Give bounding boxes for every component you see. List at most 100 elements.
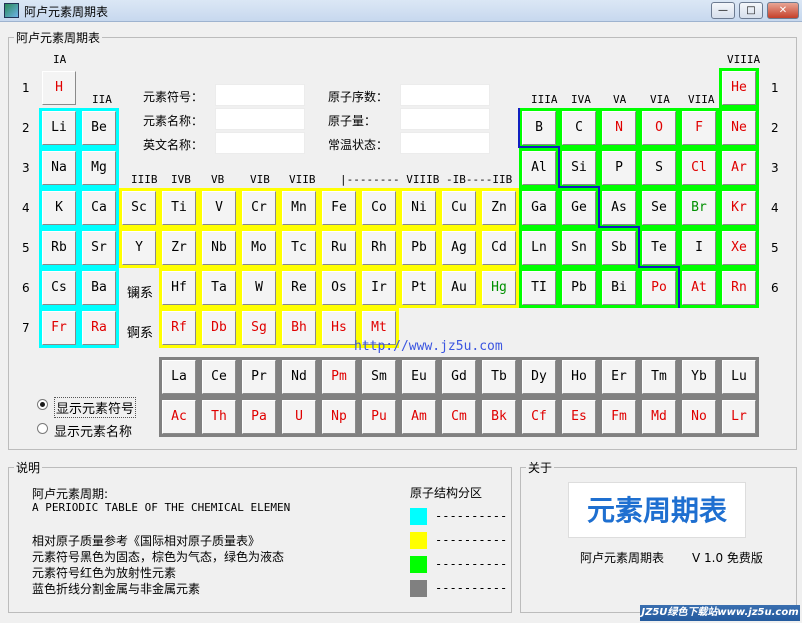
element-fm[interactable]: Fm <box>599 397 639 437</box>
element-tb[interactable]: Tb <box>479 357 519 397</box>
name-field[interactable] <box>215 108 305 130</box>
element-ta[interactable]: Ta <box>199 268 239 308</box>
element-ni[interactable]: Ni <box>399 188 439 228</box>
element-ne[interactable]: Ne <box>719 108 759 148</box>
show-symbol-radio[interactable] <box>37 399 48 410</box>
element-hs[interactable]: Hs <box>319 308 359 348</box>
element-pt[interactable]: Pt <box>399 268 439 308</box>
english-name-field[interactable] <box>215 132 305 154</box>
atomic-number-field[interactable] <box>400 84 490 106</box>
element-c[interactable]: C <box>559 108 599 148</box>
element-am[interactable]: Am <box>399 397 439 437</box>
element-te[interactable]: Te <box>639 228 679 268</box>
element-eu[interactable]: Eu <box>399 357 439 397</box>
element-s[interactable]: S <box>639 148 679 188</box>
element-si[interactable]: Si <box>559 148 599 188</box>
element-hf[interactable]: Hf <box>159 268 199 308</box>
element-hg[interactable]: Hg <box>479 268 519 308</box>
element-nd[interactable]: Nd <box>279 357 319 397</box>
element-au[interactable]: Au <box>439 268 479 308</box>
element-mn[interactable]: Mn <box>279 188 319 228</box>
element-v[interactable]: V <box>199 188 239 228</box>
element-pa[interactable]: Pa <box>239 397 279 437</box>
element-h[interactable]: H <box>39 68 79 108</box>
element-b[interactable]: B <box>519 108 559 148</box>
element-he[interactable]: He <box>719 68 759 108</box>
element-md[interactable]: Md <box>639 397 679 437</box>
element-at[interactable]: At <box>679 268 719 308</box>
element-bh[interactable]: Bh <box>279 308 319 348</box>
element-ra[interactable]: Ra <box>79 308 119 348</box>
element-bi[interactable]: Bi <box>599 268 639 308</box>
element-as[interactable]: As <box>599 188 639 228</box>
element-p[interactable]: P <box>599 148 639 188</box>
element-po[interactable]: Po <box>639 268 679 308</box>
element-pu[interactable]: Pu <box>359 397 399 437</box>
element-db[interactable]: Db <box>199 308 239 348</box>
element-np[interactable]: Np <box>319 397 359 437</box>
close-button[interactable]: ✕ <box>767 2 799 19</box>
symbol-field[interactable] <box>215 84 305 106</box>
element-ba[interactable]: Ba <box>79 268 119 308</box>
element-pb[interactable]: Pb <box>559 268 599 308</box>
element-co[interactable]: Co <box>359 188 399 228</box>
element-fe[interactable]: Fe <box>319 188 359 228</box>
element-cr[interactable]: Cr <box>239 188 279 228</box>
element-rh[interactable]: Rh <box>359 228 399 268</box>
element-os[interactable]: Os <box>319 268 359 308</box>
element-zn[interactable]: Zn <box>479 188 519 228</box>
element-th[interactable]: Th <box>199 397 239 437</box>
show-symbol-label[interactable]: 显示元素符号 <box>54 397 137 418</box>
element-cs[interactable]: Cs <box>39 268 79 308</box>
element-be[interactable]: Be <box>79 108 119 148</box>
element-sc[interactable]: Sc <box>119 188 159 228</box>
element-lr[interactable]: Lr <box>719 397 759 437</box>
element-k[interactable]: K <box>39 188 79 228</box>
element-dy[interactable]: Dy <box>519 357 559 397</box>
show-name-label[interactable]: 显示元素名称 <box>54 421 132 440</box>
element-la[interactable]: La <box>159 357 199 397</box>
element-rn[interactable]: Rn <box>719 268 759 308</box>
element-f[interactable]: F <box>679 108 719 148</box>
element-pm[interactable]: Pm <box>319 357 359 397</box>
element-i[interactable]: I <box>679 228 719 268</box>
element-o[interactable]: O <box>639 108 679 148</box>
element-w[interactable]: W <box>239 268 279 308</box>
element-sm[interactable]: Sm <box>359 357 399 397</box>
element-ru[interactable]: Ru <box>319 228 359 268</box>
element-ho[interactable]: Ho <box>559 357 599 397</box>
element-cu[interactable]: Cu <box>439 188 479 228</box>
element-ce[interactable]: Ce <box>199 357 239 397</box>
element-xe[interactable]: Xe <box>719 228 759 268</box>
element-br[interactable]: Br <box>679 188 719 228</box>
element-n[interactable]: N <box>599 108 639 148</box>
element-se[interactable]: Se <box>639 188 679 228</box>
element-mg[interactable]: Mg <box>79 148 119 188</box>
element-pr[interactable]: Pr <box>239 357 279 397</box>
element-kr[interactable]: Kr <box>719 188 759 228</box>
element-tc[interactable]: Tc <box>279 228 319 268</box>
element-ir[interactable]: Ir <box>359 268 399 308</box>
element-u[interactable]: U <box>279 397 319 437</box>
element-li[interactable]: Li <box>39 108 79 148</box>
element-na[interactable]: Na <box>39 148 79 188</box>
show-name-radio[interactable] <box>37 423 48 434</box>
maximize-button[interactable]: □ <box>739 2 763 19</box>
element-sn[interactable]: Sn <box>559 228 599 268</box>
element-cf[interactable]: Cf <box>519 397 559 437</box>
element-tm[interactable]: Tm <box>639 357 679 397</box>
element-rf[interactable]: Rf <box>159 308 199 348</box>
element-sg[interactable]: Sg <box>239 308 279 348</box>
element-ar[interactable]: Ar <box>719 148 759 188</box>
atomic-mass-field[interactable] <box>400 108 490 130</box>
element-y[interactable]: Y <box>119 228 159 268</box>
element-cm[interactable]: Cm <box>439 397 479 437</box>
element-mo[interactable]: Mo <box>239 228 279 268</box>
element-re[interactable]: Re <box>279 268 319 308</box>
element-ca[interactable]: Ca <box>79 188 119 228</box>
element-sr[interactable]: Sr <box>79 228 119 268</box>
element-al[interactable]: Al <box>519 148 559 188</box>
element-ln[interactable]: Ln <box>519 228 559 268</box>
element-rb[interactable]: Rb <box>39 228 79 268</box>
minimize-button[interactable]: — <box>711 2 735 19</box>
